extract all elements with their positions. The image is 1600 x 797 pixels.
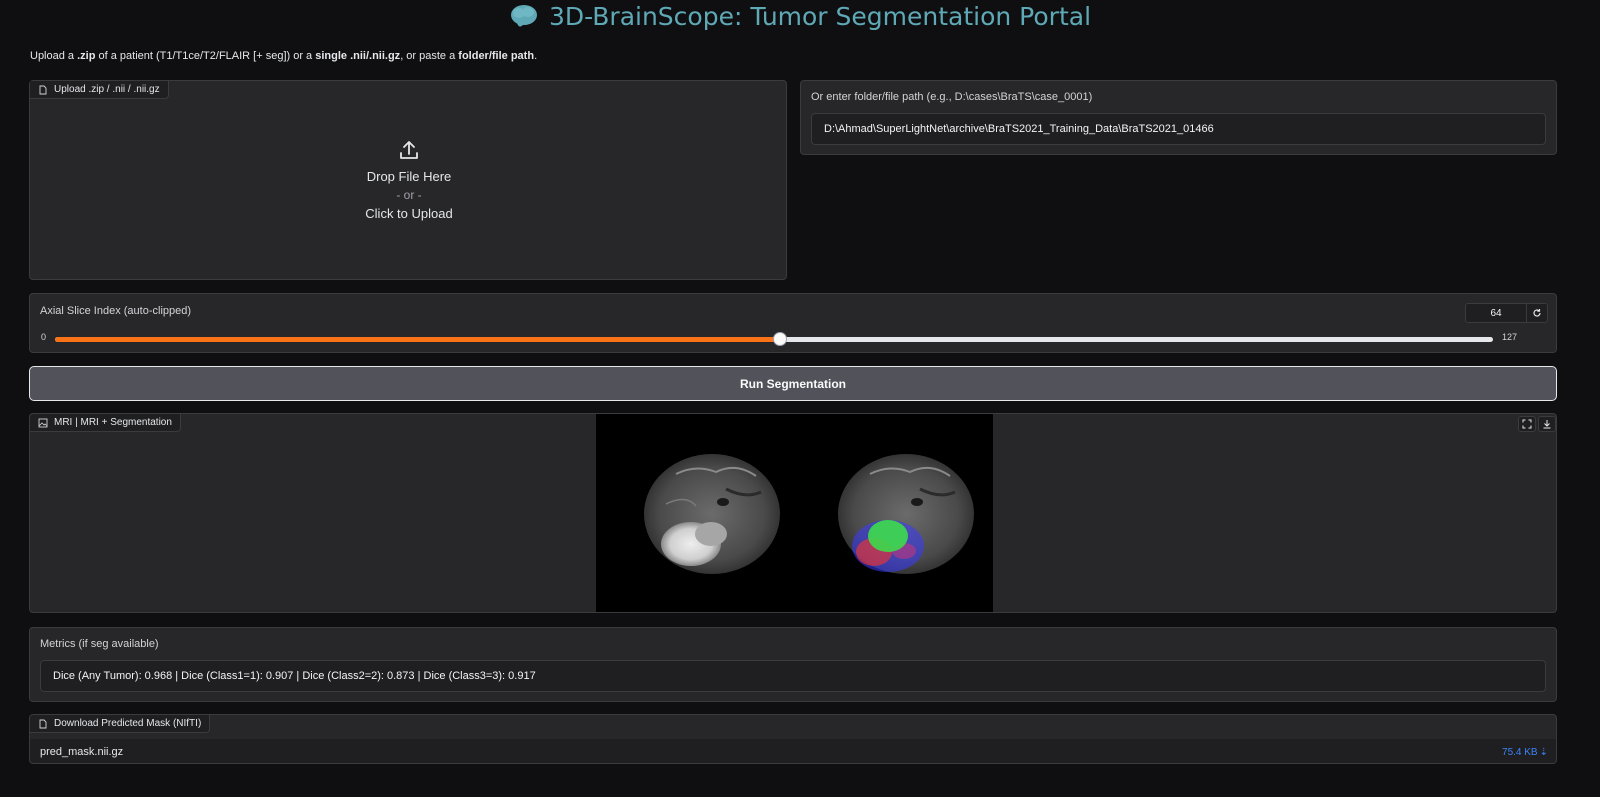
download-arrow-icon: ⇣ xyxy=(1539,746,1548,758)
click-to-upload-text[interactable]: Click to Upload xyxy=(365,206,452,221)
mri-figure xyxy=(644,454,974,574)
path-input-value: D:\Ahmad\SuperLightNet\archive\BraTS2021… xyxy=(824,123,1214,135)
mri-slice xyxy=(644,454,780,574)
metrics-output: Dice (Any Tumor): 0.968 | Dice (Class1=1… xyxy=(40,660,1546,692)
metrics-value: Dice (Any Tumor): 0.968 | Dice (Class1=1… xyxy=(53,670,536,682)
slice-slider-panel: Axial Slice Index (auto-clipped) 64 0 12… xyxy=(29,293,1557,353)
run-segmentation-button[interactable]: Run Segmentation xyxy=(29,366,1557,401)
image-output-tab: MRI | MRI + Segmentation xyxy=(30,414,181,432)
brain-icon xyxy=(510,5,537,27)
download-file-row[interactable]: pred_mask.nii.gz 75.4 KB ⇣ xyxy=(30,739,1556,763)
fullscreen-icon xyxy=(1522,419,1532,429)
upload-tab: Upload .zip / .nii / .nii.gz xyxy=(30,81,169,99)
upload-prompt[interactable]: Drop File Here - or - Click to Upload xyxy=(30,139,788,221)
path-input-panel: Or enter folder/file path (e.g., D:\case… xyxy=(800,80,1557,155)
slider-label: Axial Slice Index (auto-clipped) xyxy=(40,305,192,317)
fullscreen-button[interactable] xyxy=(1518,416,1536,432)
slider-max-label: 127 xyxy=(1502,332,1518,342)
download-tab: Download Predicted Mask (NIfTI) xyxy=(30,715,211,733)
image-icon xyxy=(38,418,48,427)
instructions-text: Upload a .zip of a patient (T1/T1ce/T2/F… xyxy=(30,50,538,62)
path-input[interactable]: D:\Ahmad\SuperLightNet\archive\BraTS2021… xyxy=(811,113,1546,145)
page-header: 3D-BrainScope: Tumor Segmentation Portal xyxy=(0,0,1600,32)
reset-icon xyxy=(1533,309,1541,317)
file-name: pred_mask.nii.gz xyxy=(40,746,124,758)
download-panel: Download Predicted Mask (NIfTI) pred_mas… xyxy=(29,714,1557,764)
metrics-label: Metrics (if seg available) xyxy=(40,638,159,650)
metrics-panel: Metrics (if seg available) Dice (Any Tum… xyxy=(29,627,1557,702)
drop-file-text: Drop File Here xyxy=(366,169,452,184)
download-icon xyxy=(1543,420,1551,429)
file-size-link[interactable]: 75.4 KB ⇣ xyxy=(1502,747,1548,758)
reset-button[interactable] xyxy=(1526,303,1548,323)
file-icon xyxy=(39,719,47,728)
slice-number-input[interactable]: 64 xyxy=(1465,303,1527,323)
image-output-panel: MRI | MRI + Segmentation xyxy=(29,413,1557,613)
file-upload-area[interactable]: Upload .zip / .nii / .nii.gz Drop File H… xyxy=(29,80,787,280)
page-title: 3D-BrainScope: Tumor Segmentation Portal xyxy=(548,1,1092,31)
slider-thumb[interactable] xyxy=(772,332,787,346)
mri-segmentation-slice xyxy=(838,454,974,574)
slider-min-label: 0 xyxy=(41,332,47,342)
download-image-button[interactable] xyxy=(1538,416,1556,432)
mri-result-image xyxy=(596,414,993,612)
slider-fill xyxy=(55,337,780,342)
or-text: - or - xyxy=(396,188,422,202)
path-input-label: Or enter folder/file path (e.g., D:\case… xyxy=(811,91,1093,103)
file-icon xyxy=(39,85,47,94)
slider-track[interactable] xyxy=(55,332,1493,346)
upload-icon xyxy=(400,141,418,159)
